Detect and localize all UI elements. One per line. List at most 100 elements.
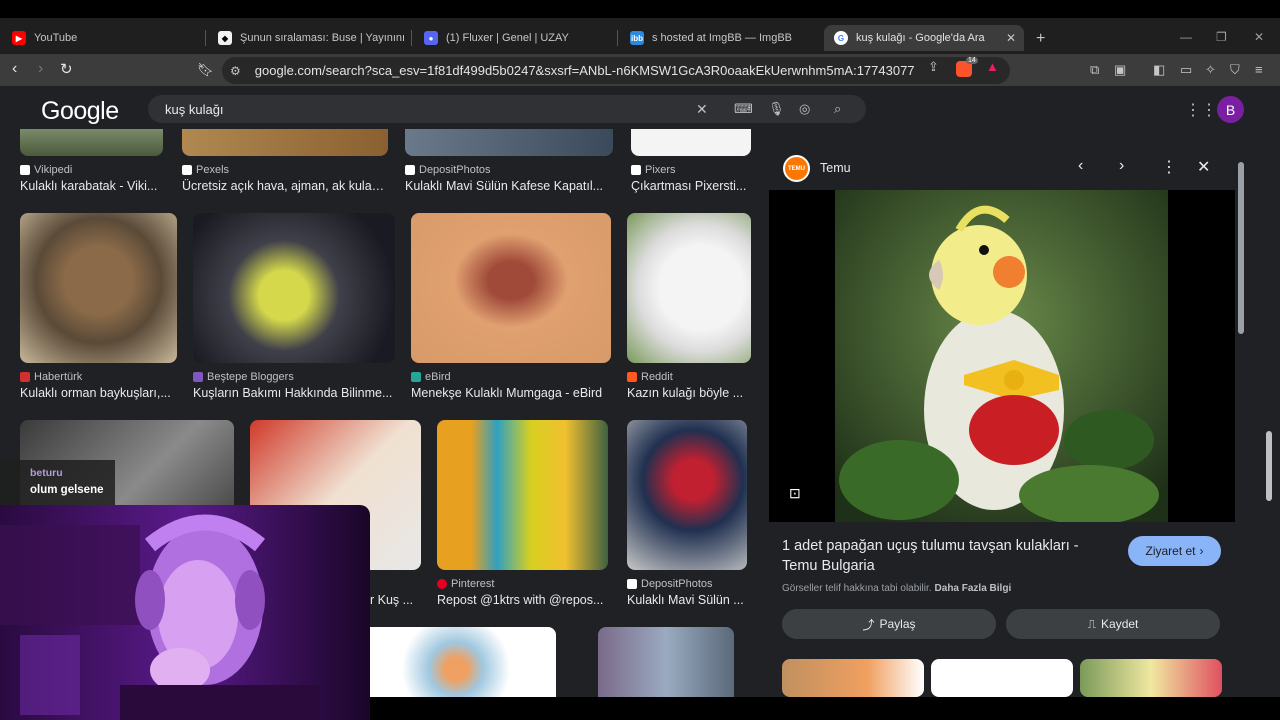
result-title[interactable]: Kulaklı orman baykuşları,...: [20, 386, 177, 400]
search-icon[interactable]: ⌕: [834, 101, 841, 117]
back-icon[interactable]: ‹: [12, 60, 17, 78]
result-image[interactable]: [411, 213, 611, 363]
preview-image[interactable]: [769, 190, 1235, 525]
menu-icon[interactable]: ≡: [1255, 62, 1263, 77]
reload-icon[interactable]: ↻: [60, 60, 73, 78]
apps-grid-icon[interactable]: ⋮⋮: [1185, 100, 1217, 120]
google-icon: G: [834, 31, 848, 45]
result-title[interactable]: Kuşların Bakımı Hakkında Bilinme...: [193, 386, 395, 400]
result-image[interactable]: [20, 213, 177, 363]
tab-imgbb[interactable]: ibb s hosted at ImgBB — ImgBB: [620, 25, 820, 51]
result-title[interactable]: Menekşe Kulaklı Mumgaga - eBird: [411, 386, 611, 400]
result-tile[interactable]: DepositPhotos Kulaklı Mavi Sülün ...: [627, 420, 747, 607]
more-options-icon[interactable]: ⋮: [1161, 157, 1177, 177]
result-source: Habertürk: [34, 371, 83, 383]
google-logo[interactable]: Google: [41, 97, 119, 126]
chat-message: beturu olum gelsene: [0, 460, 115, 505]
result-tile[interactable]: Reddit Kazın kulağı böyle ...: [627, 213, 751, 400]
pixers-icon: [631, 165, 641, 175]
save-button[interactable]: ⎍ Kaydet: [1006, 609, 1220, 639]
visit-button[interactable]: Ziyaret et ›: [1128, 536, 1221, 566]
preview-title[interactable]: 1 adet papağan uçuş tulumu tavşan kulakl…: [782, 536, 1112, 576]
result-source: Vikipedi: [34, 164, 73, 176]
related-image[interactable]: [782, 659, 924, 697]
avatar[interactable]: B: [1217, 96, 1244, 123]
related-image[interactable]: [931, 659, 1073, 697]
result-tile[interactable]: Habertürk Kulaklı orman baykuşları,...: [20, 213, 177, 400]
lens-icon[interactable]: ◎: [799, 101, 810, 117]
lens-search-icon[interactable]: ⊡: [789, 485, 801, 502]
keyboard-icon[interactable]: ⌨: [734, 101, 753, 117]
tab-fluxer[interactable]: ● (1) Fluxer | Genel | UZAY: [414, 25, 614, 51]
result-image[interactable]: [631, 129, 751, 156]
search-box[interactable]: kuş kulağı ✕ ⌨ 🎙︎ ◎ ⌕: [148, 95, 866, 123]
address-bar[interactable]: ⚙ google.com/search?sca_esv=1f81df499d5b…: [222, 57, 1010, 84]
panel-site-name[interactable]: Temu: [820, 161, 851, 175]
result-title[interactable]: Çıkartması Pixersti...: [631, 179, 751, 193]
result-source: eBird: [425, 371, 451, 383]
next-icon[interactable]: ›: [1119, 157, 1124, 175]
wallet-icon[interactable]: ▭: [1180, 62, 1192, 78]
result-tile[interactable]: Pexels Ücretsiz açık hava, ajman, ak kul…: [182, 129, 388, 193]
result-tile[interactable]: Beştepe Bloggers Kuşların Bakımı Hakkınd…: [193, 213, 395, 400]
sidebar-icon[interactable]: ◧: [1153, 62, 1165, 78]
microphone-icon[interactable]: 🎙︎: [768, 101, 785, 117]
image-preview-panel: TEMU Temu ‹ › ⋮ ✕ ⊡ 1 adet papağan uçuş …: [769, 143, 1235, 697]
result-source: Pinterest: [451, 578, 495, 590]
result-image[interactable]: [405, 129, 613, 156]
result-image[interactable]: [193, 213, 395, 363]
related-image[interactable]: [1080, 659, 1222, 697]
result-image[interactable]: [20, 129, 163, 156]
bookmark-icon: ⎍: [1087, 616, 1097, 631]
result-image[interactable]: [437, 420, 608, 570]
more-info-link[interactable]: Daha Fazla Bilgi: [935, 583, 1012, 594]
extensions-icon[interactable]: ⧉: [1090, 62, 1099, 78]
result-tile[interactable]: Pinterest Repost @1ktrs with @repos...: [437, 420, 608, 607]
result-image[interactable]: [182, 129, 388, 156]
panel-header: TEMU Temu ‹ › ⋮ ✕: [769, 143, 1235, 190]
forward-icon[interactable]: ›: [38, 60, 43, 78]
panel-scrollbar-thumb[interactable]: [1238, 162, 1244, 334]
result-tile[interactable]: DepositPhotos Kulaklı Mavi Sülün Kafese …: [405, 129, 613, 193]
restore-icon[interactable]: ❐: [1216, 30, 1227, 44]
leo-icon[interactable]: ✧: [1205, 62, 1216, 78]
site-info-icon[interactable]: ⚙: [230, 64, 241, 78]
result-title[interactable]: Ücretsiz açık hava, ajman, ak kulak...: [182, 179, 388, 193]
result-image[interactable]: [598, 627, 734, 697]
clear-icon[interactable]: ✕: [696, 101, 708, 118]
vpn-icon[interactable]: ⛉: [1230, 62, 1240, 78]
pinterest-icon: [437, 579, 447, 589]
close-tab-icon[interactable]: ✕: [1006, 31, 1016, 45]
page-scrollbar-thumb[interactable]: [1266, 431, 1272, 501]
reader-icon[interactable]: ▣: [1114, 62, 1126, 78]
result-tile[interactable]: [356, 627, 556, 697]
result-title[interactable]: Kulaklı karabatak - Viki...: [20, 179, 163, 193]
result-image[interactable]: [627, 420, 747, 570]
close-panel-icon[interactable]: ✕: [1197, 157, 1210, 177]
tab-kick[interactable]: ◆ Şunun sıralaması: Buse | Yayınını güçl…: [208, 25, 408, 51]
tab-google-search[interactable]: G kuş kulağı - Google'da Ara ✕: [824, 25, 1024, 51]
result-tile[interactable]: eBird Menekşe Kulaklı Mumgaga - eBird: [411, 213, 611, 400]
result-tile[interactable]: [598, 627, 734, 697]
result-title[interactable]: Kazın kulağı böyle ...: [627, 386, 751, 400]
result-image[interactable]: [356, 627, 556, 697]
tab-youtube[interactable]: ▶ YouTube: [2, 25, 202, 51]
wikipedia-icon: [20, 165, 30, 175]
haberturk-icon: [20, 372, 30, 382]
result-title[interactable]: Kulaklı Mavi Sülün Kafese Kapatıl...: [405, 179, 613, 193]
result-title[interactable]: Kulaklı Mavi Sülün ...: [627, 593, 747, 607]
share-button[interactable]: ⤴ Paylaş: [782, 609, 996, 639]
result-title[interactable]: Repost @1ktrs with @repos...: [437, 593, 608, 607]
result-tile[interactable]: Vikipedi Kulaklı karabatak - Viki...: [20, 129, 163, 193]
result-image[interactable]: [627, 213, 751, 363]
imgbb-icon: ibb: [630, 31, 644, 45]
close-window-icon[interactable]: ✕: [1254, 30, 1264, 44]
bookmark-icon[interactable]: 🔖︎: [197, 62, 214, 78]
result-tile[interactable]: Pixers Çıkartması Pixersti...: [631, 129, 751, 193]
brave-rewards-icon[interactable]: ▲: [986, 59, 999, 74]
previous-icon[interactable]: ‹: [1078, 157, 1083, 175]
share-icon[interactable]: ⇪: [928, 59, 939, 75]
minimize-icon[interactable]: —: [1180, 30, 1192, 44]
search-input[interactable]: kuş kulağı: [165, 102, 224, 117]
new-tab-button[interactable]: +: [1036, 30, 1045, 48]
